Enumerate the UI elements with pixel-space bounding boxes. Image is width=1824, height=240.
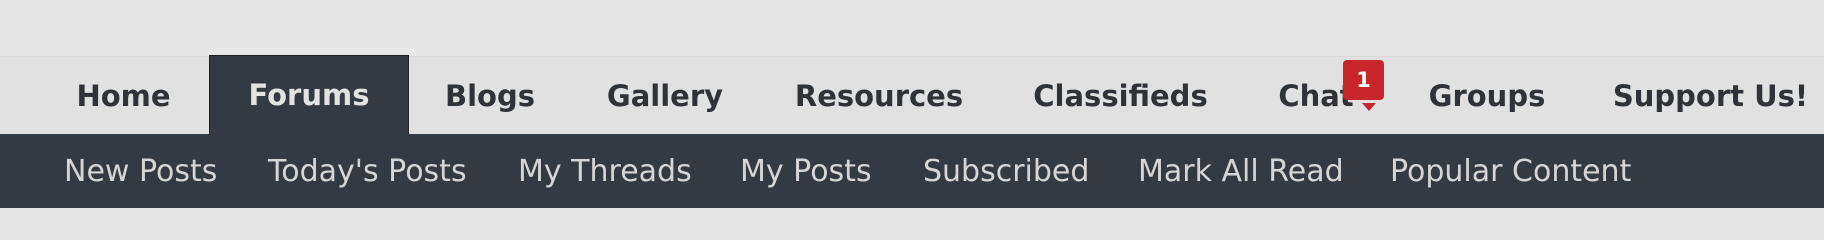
subnav-mark-all-read[interactable]: Mark All Read xyxy=(1138,134,1344,208)
subnav-todays-posts[interactable]: Today's Posts xyxy=(268,134,467,208)
tab-support-us[interactable]: Support Us! xyxy=(1597,57,1824,135)
tab-gallery[interactable]: Gallery xyxy=(584,57,746,135)
tab-home[interactable]: Home xyxy=(52,57,195,135)
subnav-subscribed[interactable]: Subscribed xyxy=(923,134,1089,208)
subnav-popular-content[interactable]: Popular Content xyxy=(1390,134,1631,208)
tab-resources[interactable]: Resources xyxy=(775,57,983,135)
tab-forums[interactable]: Forums xyxy=(209,55,409,135)
subnav-my-posts[interactable]: My Posts xyxy=(740,134,872,208)
top-spacer xyxy=(0,0,1824,56)
subnav-my-threads[interactable]: My Threads xyxy=(518,134,692,208)
tab-blogs[interactable]: Blogs xyxy=(425,57,555,135)
chat-notification-badge[interactable]: 1 xyxy=(1343,60,1384,100)
sub-navigation: New Posts Today's Posts My Threads My Po… xyxy=(0,134,1824,208)
subnav-new-posts[interactable]: New Posts xyxy=(64,134,217,208)
badge-pointer-icon xyxy=(1362,103,1376,111)
tab-classifieds[interactable]: Classifieds xyxy=(1013,57,1228,135)
tab-groups[interactable]: Groups xyxy=(1405,57,1569,135)
main-navigation: Home Forums Blogs Gallery Resources Clas… xyxy=(0,55,1824,135)
